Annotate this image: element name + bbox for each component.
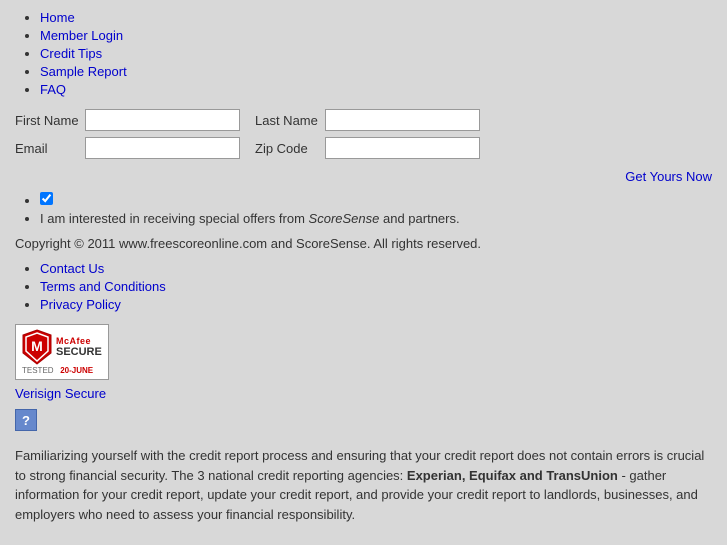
description-agencies: Experian, Equifax and TransUnion	[407, 468, 618, 483]
mcafee-brand-text: McAfee	[56, 336, 102, 346]
mcafee-text: McAfee SECURE	[56, 336, 102, 358]
nav-list: Home Member Login Credit Tips Sample Rep…	[15, 10, 712, 97]
mcafee-tested-row: TESTED 20-JUNE	[22, 366, 102, 375]
zip-code-input[interactable]	[325, 137, 480, 159]
nav-item-member-login[interactable]: Member Login	[40, 28, 712, 43]
offer-checkbox[interactable]	[40, 192, 53, 205]
signup-form: First Name Last Name Email Zip Code	[15, 109, 712, 159]
footer-item-privacy[interactable]: Privacy Policy	[40, 297, 712, 312]
mcafee-secure-text: SECURE	[56, 346, 102, 358]
footer-item-terms[interactable]: Terms and Conditions	[40, 279, 712, 294]
description-paragraph: Familiarizing yourself with the credit r…	[15, 446, 712, 524]
offer-list: I am interested in receiving special off…	[15, 192, 712, 226]
verisign-link[interactable]: Verisign Secure	[15, 386, 712, 401]
footer-item-contact[interactable]: Contact Us	[40, 261, 712, 276]
description-section: Familiarizing yourself with the credit r…	[15, 446, 712, 524]
terms-link[interactable]: Terms and Conditions	[40, 279, 166, 294]
mcafee-date: 20-JUNE	[60, 366, 93, 375]
offer-text-before: I am interested in receiving special off…	[40, 211, 309, 226]
mcafee-badge: M McAfee SECURE TESTED 20-JUNE	[15, 324, 109, 380]
footer-links: Contact Us Terms and Conditions Privacy …	[15, 261, 712, 312]
last-name-label: Last Name	[255, 113, 325, 128]
nav-link-sample-report[interactable]: Sample Report	[40, 64, 127, 79]
verisign-section: Verisign Secure	[15, 386, 712, 401]
nav-item-credit-tips[interactable]: Credit Tips	[40, 46, 712, 61]
nav-item-home[interactable]: Home	[40, 10, 712, 25]
nav-link-home[interactable]: Home	[40, 10, 75, 25]
copyright: Copyright © 2011 www.freescoreonline.com…	[15, 236, 712, 251]
contact-us-link[interactable]: Contact Us	[40, 261, 104, 276]
mcafee-shield-icon: M	[22, 329, 52, 365]
question-icon[interactable]: ?	[15, 409, 37, 431]
offer-section: I am interested in receiving special off…	[15, 192, 712, 226]
privacy-link[interactable]: Privacy Policy	[40, 297, 121, 312]
email-zip-row: Email Zip Code	[15, 137, 712, 159]
nav-link-credit-tips[interactable]: Credit Tips	[40, 46, 102, 61]
first-name-input[interactable]	[85, 109, 240, 131]
offer-text-after: and partners.	[379, 211, 459, 226]
offer-text: I am interested in receiving special off…	[40, 211, 460, 226]
offer-text-item: I am interested in receiving special off…	[40, 211, 712, 226]
last-name-input[interactable]	[325, 109, 480, 131]
email-input[interactable]	[85, 137, 240, 159]
name-row: First Name Last Name	[15, 109, 712, 131]
mcafee-tested-label: TESTED	[22, 366, 54, 375]
copyright-text: Copyright © 2011 www.freescoreonline.com…	[15, 236, 712, 251]
navigation: Home Member Login Credit Tips Sample Rep…	[15, 10, 712, 97]
nav-link-faq[interactable]: FAQ	[40, 82, 66, 97]
nav-item-faq[interactable]: FAQ	[40, 82, 712, 97]
offer-brand: ScoreSense	[309, 211, 380, 226]
mcafee-logo: M McAfee SECURE	[22, 329, 102, 365]
get-yours-container: Get Yours Now	[15, 169, 712, 184]
zip-code-label: Zip Code	[255, 141, 325, 156]
get-yours-now-link[interactable]: Get Yours Now	[625, 169, 712, 184]
svg-text:M: M	[31, 338, 43, 354]
nav-link-member-login[interactable]: Member Login	[40, 28, 123, 43]
checkbox-item	[40, 192, 712, 208]
email-label: Email	[15, 141, 85, 156]
nav-item-sample-report[interactable]: Sample Report	[40, 64, 712, 79]
first-name-label: First Name	[15, 113, 85, 128]
footer-link-list: Contact Us Terms and Conditions Privacy …	[15, 261, 712, 312]
